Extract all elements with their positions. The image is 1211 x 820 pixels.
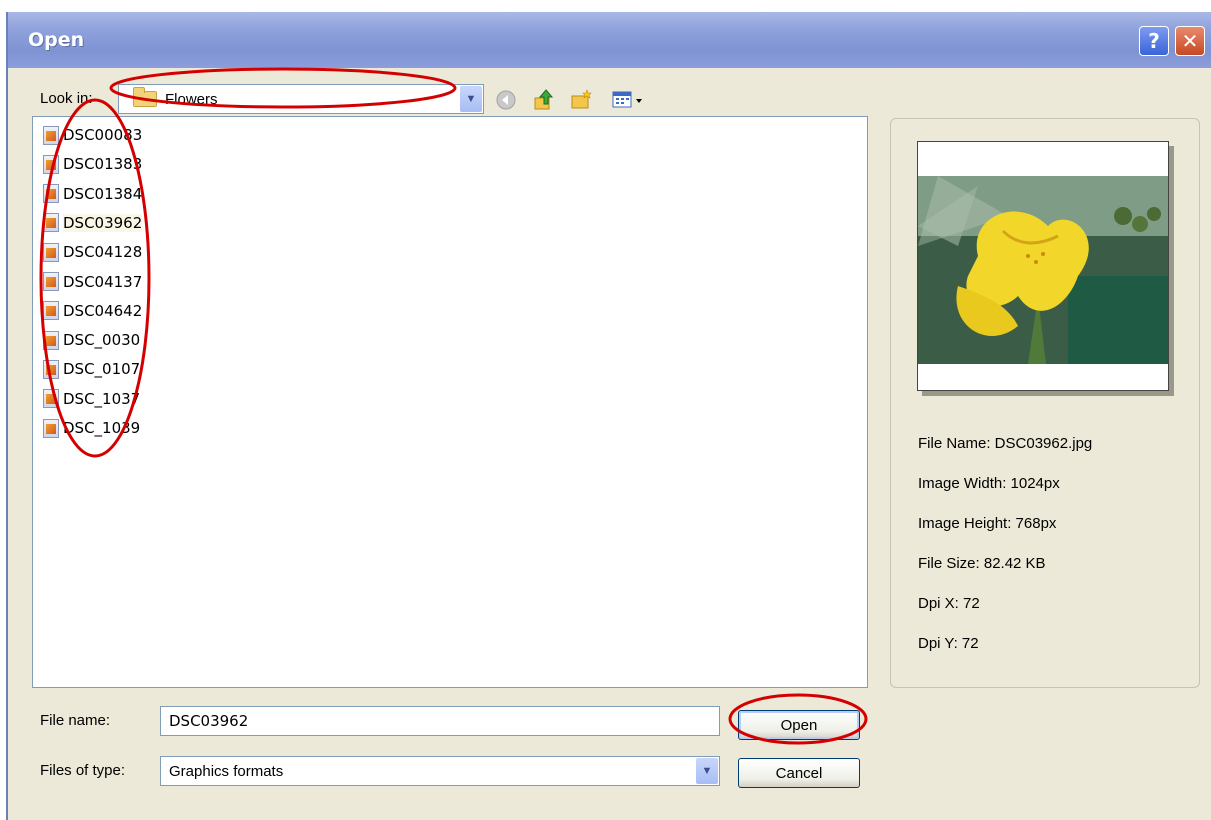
file-name-label: File name: [40,712,111,729]
meta-dpi-y: Dpi Y: 72 [918,635,979,652]
file-item[interactable]: DSC_1037 [43,387,140,411]
file-item-name: DSC04128 [63,243,143,262]
back-icon[interactable] [494,88,518,112]
image-file-icon [43,359,59,379]
image-file-icon [43,125,59,145]
file-type-label: Files of type: [40,762,126,779]
file-item[interactable]: DSC_0030 [43,328,140,352]
file-item-name: DSC_1037 [63,389,141,408]
look-in-dropdown[interactable]: Flowers ▼ [118,84,484,114]
cancel-button[interactable]: Cancel [738,758,860,788]
file-item-name: DSC00083 [63,126,143,144]
file-name-field[interactable]: DSC03962 [160,706,720,736]
file-item[interactable]: DSC01384 [43,182,142,206]
file-item-name: DSC01384 [63,184,143,203]
meta-dpi-x: Dpi X: 72 [918,595,980,612]
image-file-icon [43,330,59,350]
file-item[interactable]: DSC04642 [43,299,142,323]
image-file-icon [43,213,59,233]
close-button[interactable]: ✕ [1175,26,1205,56]
image-file-icon [43,418,59,438]
file-item-name: DSC01383 [63,155,143,174]
image-file-icon [43,242,59,262]
preview-panel: File Name: DSC03962.jpg Image Width: 102… [890,118,1200,688]
file-item[interactable]: DSC_1039 [43,416,140,440]
open-button[interactable]: Open [738,710,860,740]
file-item[interactable]: DSC01383 [43,152,142,176]
meta-image-width: Image Width: 1024px [918,475,1060,492]
file-item-name: DSC_1039 [63,419,141,437]
file-item-name: DSC04137 [63,272,143,291]
meta-file-name: File Name: DSC03962.jpg [918,435,1093,452]
flower-image [918,176,1168,364]
file-type-dropdown[interactable]: Graphics formats ▼ [160,756,720,786]
folder-icon [133,87,157,107]
image-file-icon [43,389,59,409]
file-item-name: DSC_0030 [63,331,141,350]
new-folder-icon[interactable] [570,88,594,112]
file-list[interactable]: DSC00083 DSC01383 DSC01384 DSC03962 DSC04128… [32,116,868,688]
file-type-value: Graphics formats [169,762,284,780]
file-item[interactable]: DSC04128 [43,240,142,264]
meta-file-size: File Size: 82.42 KB [918,555,1046,572]
file-item[interactable]: DSC04137 [43,270,142,294]
chevron-down-icon[interactable]: ▼ [696,758,718,784]
file-item[interactable]: DSC03962 [43,211,143,235]
image-file-icon [43,154,59,174]
title-bar[interactable]: Open ? ✕ [8,12,1211,68]
look-in-value: Flowers [165,90,218,108]
file-item[interactable]: DSC_0107 [43,357,140,381]
look-in-label: Look in: [40,90,93,107]
file-item-name: DSC04642 [63,301,143,320]
preview-thumbnail [917,141,1169,391]
dialog-title: Open [28,29,85,51]
image-file-icon [43,184,59,204]
view-menu-icon[interactable] [610,88,646,112]
file-item[interactable]: DSC00083 [43,123,142,147]
open-dialog: Open ? ✕ Look in: Flowers ▼ DSC00083 DSC0… [6,12,1211,820]
up-folder-icon[interactable] [532,88,556,112]
chevron-down-icon[interactable]: ▼ [460,86,482,112]
image-file-icon [43,272,59,291]
file-item-name: DSC03962 [63,213,143,232]
help-button[interactable]: ? [1139,26,1169,56]
image-file-icon [43,301,59,321]
file-item-name: DSC_0107 [63,360,141,379]
meta-image-height: Image Height: 768px [918,515,1057,532]
